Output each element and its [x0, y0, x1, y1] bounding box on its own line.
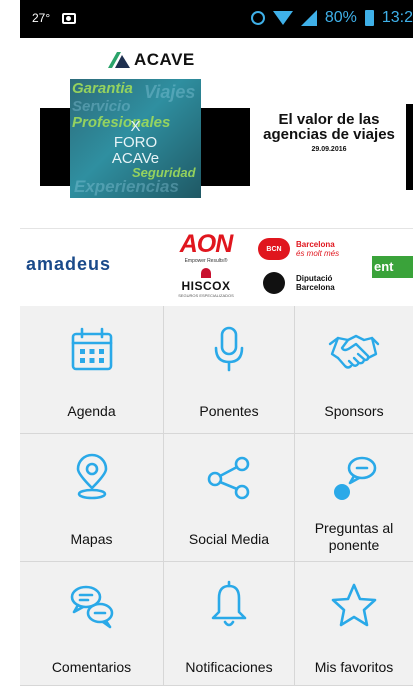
aon-hiscox-logos: AON Empower Results® HISCOX SEGUROS ESPE… — [168, 231, 244, 298]
diputacio-row: Diputació Barcelona — [258, 269, 368, 297]
alarm-icon — [250, 11, 265, 25]
menu-label-line-1: Preguntas al — [314, 520, 394, 536]
foro-word: Servicio — [72, 98, 131, 115]
menu-item-ponentes[interactable]: Ponentes — [164, 306, 295, 434]
bell-icon — [203, 580, 255, 632]
menu-label: Notificaciones — [185, 659, 273, 675]
menu-label-line-2: ponente — [328, 537, 380, 553]
wifi-icon — [272, 11, 293, 25]
hiscox-mark-icon — [201, 268, 211, 278]
diputacio-text: Diputació Barcelona — [296, 274, 335, 292]
menu-item-social-media[interactable]: Social Media — [164, 434, 295, 562]
headline: El valor de las agencias de viajes — [250, 112, 408, 142]
headline-line-1: El valor de las — [278, 111, 380, 128]
aon-tagline: Empower Results® — [184, 258, 228, 264]
bcn-line-1: Barcelona — [296, 240, 335, 249]
main-menu-grid: Agenda Ponentes Sponsors Mapas Social Me… — [20, 306, 413, 686]
banner-band-right — [406, 104, 413, 190]
menu-label: Agenda — [67, 403, 116, 419]
menu-item-agenda[interactable]: Agenda — [20, 306, 164, 434]
event-date: 29.09.2016 — [311, 146, 347, 153]
menu-label: Mapas — [70, 531, 113, 547]
status-left: 27° — [32, 11, 77, 25]
menu-item-comentarios[interactable]: Comentarios — [20, 562, 164, 686]
diputacio-line-2: Barcelona — [296, 283, 335, 292]
question-bubble-icon — [328, 452, 380, 504]
battery-percent: 80% — [324, 9, 357, 26]
foro-word: Garantia — [72, 80, 133, 97]
diputacio-line-1: Diputació — [296, 274, 333, 283]
acave-logo: ACAVE — [108, 50, 195, 70]
acave-logo-text: ACAVE — [134, 50, 195, 69]
hiscox-logo: HISCOX — [181, 279, 231, 293]
foro-word: Experiencias — [74, 177, 179, 196]
bcn-text: Barcelona és molt més — [296, 240, 339, 258]
status-right: 80% 13:2 — [250, 9, 413, 27]
headline-line-2: agencias de viajes — [263, 126, 395, 143]
acave-logo-mark-icon — [108, 52, 130, 68]
foro-card: Garantia Viajes Servicio Profesionales S… — [70, 79, 201, 198]
bcn-line-2: és molt més — [296, 249, 340, 258]
foro-title: FORO — [113, 134, 158, 151]
menu-label: Social Media — [188, 531, 270, 547]
microphone-icon — [203, 324, 255, 376]
amadeus-logo: amadeus — [26, 254, 112, 274]
barcelona-logos: BCN Barcelona és molt més Diputació Barc… — [258, 235, 368, 297]
handshake-icon — [328, 324, 380, 376]
event-banner[interactable]: ACAVE Garantia Viajes Servicio Profesion… — [20, 38, 413, 228]
chat-bubbles-icon — [66, 580, 118, 632]
diputacio-mark-icon — [263, 272, 285, 294]
menu-item-favoritos[interactable]: Mis favoritos — [295, 562, 413, 686]
map-pin-icon — [66, 452, 118, 504]
bcn-badge: BCN — [258, 238, 290, 260]
hiscox-subtitle: SEGUROS ESPECIALIZADOS — [178, 293, 234, 298]
star-icon — [328, 580, 380, 632]
menu-label: Sponsors — [324, 403, 384, 419]
photo-icon — [62, 12, 77, 24]
foro-subtitle: ACAVe — [111, 150, 160, 167]
battery-icon — [364, 10, 374, 26]
bcn-row: BCN Barcelona és molt més — [258, 235, 368, 263]
menu-label: Mis favoritos — [314, 659, 394, 675]
temperature-text: 27° — [32, 11, 51, 25]
sponsors-strip[interactable]: amadeus AON Empower Results® HISCOX SEGU… — [20, 228, 413, 307]
menu-label: Comentarios — [51, 659, 132, 675]
aon-logo: AON — [179, 230, 234, 258]
phone-frame: 27° 80% 13:2 ACAVE Garantia Viajes Servi… — [20, 0, 413, 686]
cut-sponsor-logo: ent — [372, 256, 413, 278]
menu-item-notificaciones[interactable]: Notificaciones — [164, 562, 295, 686]
menu-item-preguntas[interactable]: Preguntas al ponente — [295, 434, 413, 562]
calendar-icon — [66, 324, 118, 376]
app-screen: 27° 80% 13:2 ACAVE Garantia Viajes Servi… — [0, 0, 413, 686]
status-bar: 27° 80% 13:2 — [20, 0, 413, 38]
share-icon — [203, 452, 255, 504]
clock: 13:2 — [381, 9, 413, 26]
foro-word: Viajes — [144, 82, 196, 102]
headline-box: El valor de las agencias de viajes 29.09… — [250, 104, 408, 190]
menu-item-sponsors[interactable]: Sponsors — [295, 306, 413, 434]
signal-icon — [300, 10, 317, 26]
foro-title-numeral: X — [130, 118, 141, 135]
menu-item-mapas[interactable]: Mapas — [20, 434, 164, 562]
menu-label: Ponentes — [199, 403, 259, 419]
menu-label: Preguntas al ponente — [295, 520, 413, 554]
